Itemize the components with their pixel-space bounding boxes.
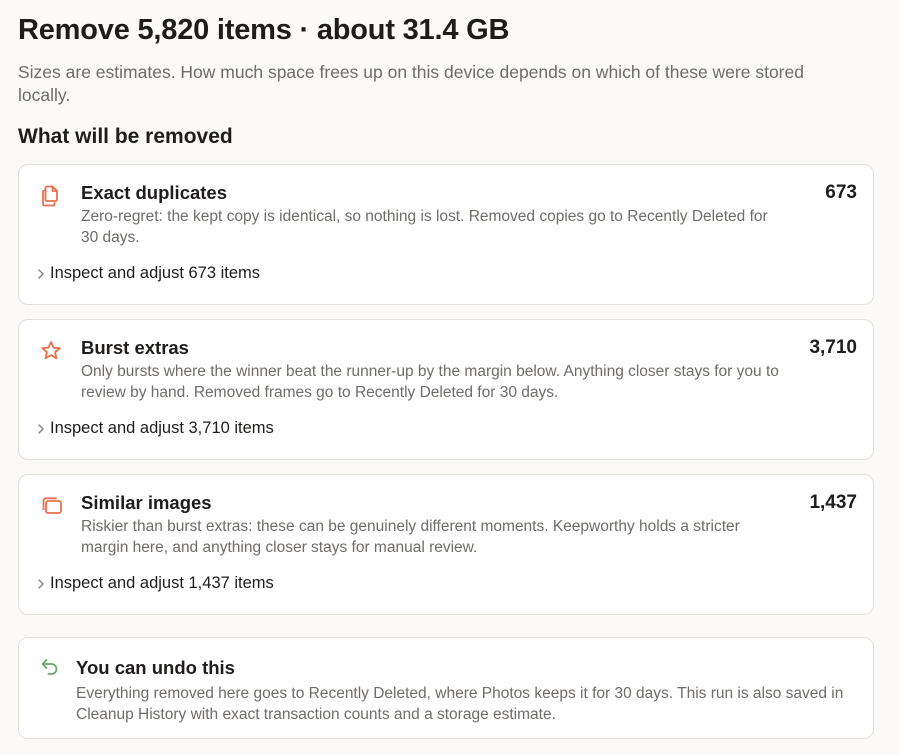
category-title: Exact duplicates — [81, 182, 228, 203]
category-description: Only bursts where the winner beat the ru… — [81, 363, 779, 401]
inspect-and-adjust-button[interactable]: Inspect and adjust 3,710 items — [33, 419, 274, 438]
category-card-exact-duplicates: Exact duplicates 673 Zero-regret: the ke… — [18, 164, 874, 305]
category-card-similar-images: Similar images 1,437 Riskier than burst … — [18, 474, 874, 615]
category-title: Burst extras — [81, 337, 189, 358]
inspect-label: Inspect and adjust 3,710 items — [50, 419, 274, 437]
page-subtitle: Sizes are estimates. How much space free… — [18, 62, 804, 105]
inspect-label: Inspect and adjust 1,437 items — [50, 574, 274, 592]
similar-images-icon — [38, 493, 64, 519]
undo-info-card: You can undo this Everything removed her… — [18, 637, 874, 739]
inspect-and-adjust-button[interactable]: Inspect and adjust 1,437 items — [33, 574, 274, 593]
category-description: Zero-regret: the kept copy is identical,… — [81, 208, 768, 246]
chevron-right-icon — [33, 266, 49, 282]
burst-star-icon — [38, 338, 64, 364]
category-description: Riskier than burst extras: these can be … — [81, 518, 740, 556]
inspect-label: Inspect and adjust 673 items — [50, 264, 261, 282]
undo-title: You can undo this — [76, 657, 235, 678]
category-count: 673 — [825, 182, 857, 203]
category-count: 1,437 — [809, 492, 857, 513]
undo-description: Everything removed here goes to Recently… — [76, 685, 844, 723]
undo-arrow-icon — [38, 655, 62, 679]
category-count: 3,710 — [809, 337, 857, 358]
section-heading: What will be removed — [18, 125, 233, 148]
inspect-and-adjust-button[interactable]: Inspect and adjust 673 items — [33, 264, 260, 283]
chevron-right-icon — [33, 576, 49, 592]
page-title: Remove 5,820 items · about 31.4 GB — [18, 14, 510, 46]
duplicate-pages-icon — [38, 183, 64, 209]
category-card-burst-extras: Burst extras 3,710 Only bursts where the… — [18, 319, 874, 460]
category-title: Similar images — [81, 492, 212, 513]
chevron-right-icon — [33, 421, 49, 437]
